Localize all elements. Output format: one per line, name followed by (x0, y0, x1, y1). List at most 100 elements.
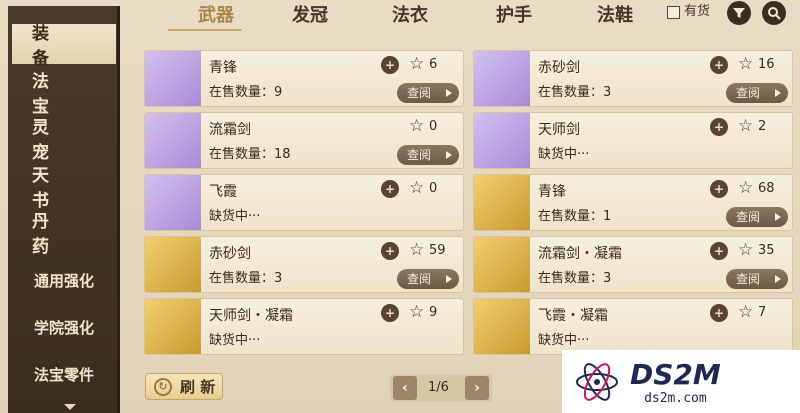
item-card[interactable]: 流霜剑 在售数量：18 ☆ 0 查阅 (144, 112, 464, 169)
sidebar-item-label: 灵 宠 (32, 118, 83, 163)
coin-icon: + (710, 304, 728, 322)
refresh-icon: ↻ (154, 377, 172, 396)
view-button[interactable]: 查阅 (397, 269, 459, 289)
favorite-count: 6 (429, 57, 438, 72)
sidebar-item-treasure-parts[interactable]: 法宝零件 (12, 354, 116, 394)
refresh-button[interactable]: ↻ 刷 新 (145, 373, 223, 400)
atom-logo-icon (576, 362, 618, 401)
item-status: 缺货中··· (538, 333, 590, 348)
view-button[interactable]: 查阅 (726, 269, 788, 289)
favorite-count: 35 (758, 243, 775, 258)
item-name: 飞霞・凝霜 (538, 308, 608, 324)
play-arrow-icon (446, 151, 452, 159)
favorite-count: 68 (758, 181, 775, 196)
item-card[interactable]: 赤砂剑 在售数量：3 + ☆ 59 查阅 (144, 236, 464, 293)
star-icon[interactable]: ☆ (409, 240, 424, 260)
play-arrow-icon (446, 275, 452, 283)
item-card[interactable]: 飞霞・凝霜 缺货中··· + ☆ 7 (473, 298, 793, 355)
star-icon[interactable]: ☆ (738, 54, 753, 74)
play-arrow-icon (775, 275, 781, 283)
sword-thumbnail (474, 299, 530, 354)
star-icon[interactable]: ☆ (409, 302, 424, 322)
search-button[interactable] (762, 1, 786, 25)
favorite-count: 0 (429, 119, 438, 134)
view-button[interactable]: 查阅 (726, 207, 788, 227)
sidebar-item-elixir[interactable]: 丹 药 (12, 212, 116, 257)
item-card[interactable]: 流霜剑・凝霜 在售数量：3 + ☆ 35 查阅 (473, 236, 793, 293)
star-icon[interactable]: ☆ (738, 178, 753, 198)
sword-thumbnail (145, 175, 201, 230)
sidebar-item-spirit-pet[interactable]: 灵 宠 (12, 118, 116, 163)
star-icon[interactable]: ☆ (738, 240, 753, 260)
play-arrow-icon (446, 89, 452, 97)
refresh-label: 刷 新 (180, 378, 216, 396)
page-indicator: 1/6 (428, 380, 449, 395)
in-stock-label: 有货 (684, 4, 711, 19)
sidebar-item-academy-enhance[interactable]: 学院强化 (12, 307, 116, 347)
favorite-count: 9 (429, 305, 438, 320)
watermark-url: ds2m.com (644, 390, 707, 406)
watermark: DS2M ds2m.com (562, 350, 800, 413)
sword-thumbnail (145, 299, 201, 354)
coin-icon: + (710, 180, 728, 198)
favorite-count: 59 (429, 243, 446, 258)
sidebar-item-heaven-book[interactable]: 天 书 (12, 166, 116, 211)
item-status: 缺货中··· (538, 147, 590, 162)
star-icon[interactable]: ☆ (738, 302, 753, 322)
favorite-count: 2 (758, 119, 767, 134)
item-name: 赤砂剑 (209, 246, 251, 262)
item-card[interactable]: 天师剑・凝霜 缺货中··· + ☆ 9 (144, 298, 464, 355)
item-status: 在售数量：3 (209, 271, 283, 286)
sidebar-item-label: 装 备 (32, 24, 83, 69)
item-name: 青锋 (538, 184, 566, 200)
item-card[interactable]: 天师剑 缺货中··· + ☆ 2 (473, 112, 793, 169)
view-button[interactable]: 查阅 (726, 83, 788, 103)
in-stock-checkbox[interactable] (667, 6, 680, 19)
item-name: 天师剑・凝霜 (209, 308, 293, 324)
sidebar-item-general-enhance[interactable]: 通用强化 (12, 260, 116, 300)
tab-shoes[interactable]: 法鞋 (575, 2, 655, 30)
item-card[interactable]: 青锋 在售数量：9 + ☆ 6 查阅 (144, 50, 464, 107)
sword-thumbnail (474, 175, 530, 230)
next-page-button[interactable]: › (465, 376, 489, 400)
view-button[interactable]: 查阅 (397, 83, 459, 103)
filter-icon (733, 8, 745, 18)
tab-gloves[interactable]: 护手 (474, 2, 554, 30)
item-name: 青锋 (209, 60, 237, 76)
item-card[interactable]: 赤砂剑 在售数量：3 + ☆ 16 查阅 (473, 50, 793, 107)
play-arrow-icon (775, 213, 781, 221)
item-name: 流霜剑 (209, 122, 251, 138)
star-icon[interactable]: ☆ (409, 116, 424, 136)
prev-page-button[interactable]: ‹ (393, 376, 417, 400)
item-status: 缺货中··· (209, 209, 261, 224)
item-card[interactable]: 青锋 在售数量：1 + ☆ 68 查阅 (473, 174, 793, 231)
active-tab-indicator (168, 29, 242, 31)
coin-icon: + (381, 180, 399, 198)
sidebar-item-label: 法宝零件 (33, 365, 94, 384)
tab-weapon[interactable]: 武器 (176, 2, 256, 30)
star-icon[interactable]: ☆ (409, 54, 424, 74)
coin-icon: + (710, 56, 728, 74)
coin-icon: + (381, 242, 399, 260)
item-card[interactable]: 飞霞 缺货中··· + ☆ 0 (144, 174, 464, 231)
tab-robe[interactable]: 法衣 (370, 2, 450, 30)
coin-icon: + (381, 56, 399, 74)
item-name: 赤砂剑 (538, 60, 580, 76)
sidebar-item-label: 通用强化 (33, 271, 94, 290)
item-status: 在售数量：1 (538, 209, 612, 224)
filter-button[interactable] (727, 1, 751, 25)
scroll-down-icon[interactable] (64, 404, 76, 410)
sidebar-item-equipment[interactable]: 装 备 (12, 24, 116, 69)
item-name: 天师剑 (538, 122, 580, 138)
item-status: 缺货中··· (209, 333, 261, 348)
sidebar-item-magic-treasure[interactable]: 法 宝 (12, 72, 116, 117)
sidebar-item-label: 丹 药 (32, 212, 83, 257)
view-button[interactable]: 查阅 (397, 145, 459, 165)
sidebar-item-label: 学院强化 (33, 318, 94, 337)
star-icon[interactable]: ☆ (409, 178, 424, 198)
pagination: ‹ 1/6 › (390, 374, 492, 402)
tab-headwear[interactable]: 发冠 (270, 2, 350, 30)
star-icon[interactable]: ☆ (738, 116, 753, 136)
sword-thumbnail (474, 113, 530, 168)
market-window: 装 备 法 宝 灵 宠 天 书 丹 药 通用强化 学院强化 法宝零件 武器 发冠… (0, 0, 800, 413)
